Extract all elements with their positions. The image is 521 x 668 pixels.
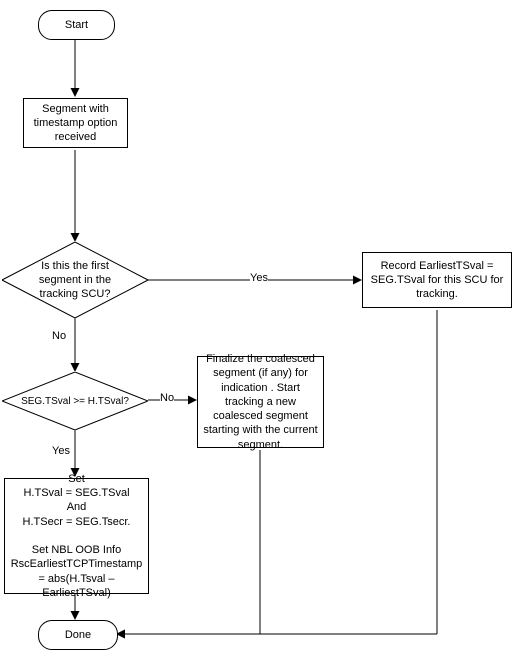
- first-segment-text: Is this the first segment in the trackin…: [20, 259, 130, 302]
- first-segment-decision: Is this the first segment in the trackin…: [2, 242, 148, 318]
- set-block-node: Set H.TSval = SEG.TSval And H.TSecr = SE…: [4, 478, 149, 594]
- no-label-1: No: [52, 330, 66, 342]
- start-node: Start: [38, 10, 115, 40]
- done-label: Done: [65, 629, 91, 641]
- segment-received-node: Segment with timestamp option received: [23, 98, 128, 148]
- finalize-text: Finalize the coalesced segment (if any) …: [202, 352, 319, 452]
- done-node: Done: [38, 620, 118, 650]
- tsval-compare-text: SEG.TSval >= H.TSval?: [21, 395, 129, 408]
- yes-label-1: Yes: [250, 272, 268, 284]
- start-label: Start: [65, 19, 88, 31]
- set-block-text: Set H.TSval = SEG.TSval And H.TSecr = SE…: [9, 472, 144, 601]
- no-label-2: No: [160, 392, 174, 404]
- record-earliest-text: Record EarliestTSval = SEG.TSval for thi…: [367, 259, 507, 302]
- tsval-compare-decision: SEG.TSval >= H.TSval?: [2, 372, 148, 430]
- segment-received-text: Segment with timestamp option received: [28, 102, 123, 145]
- yes-label-2: Yes: [52, 445, 70, 457]
- record-earliest-node: Record EarliestTSval = SEG.TSval for thi…: [362, 252, 512, 308]
- finalize-node: Finalize the coalesced segment (if any) …: [197, 356, 324, 448]
